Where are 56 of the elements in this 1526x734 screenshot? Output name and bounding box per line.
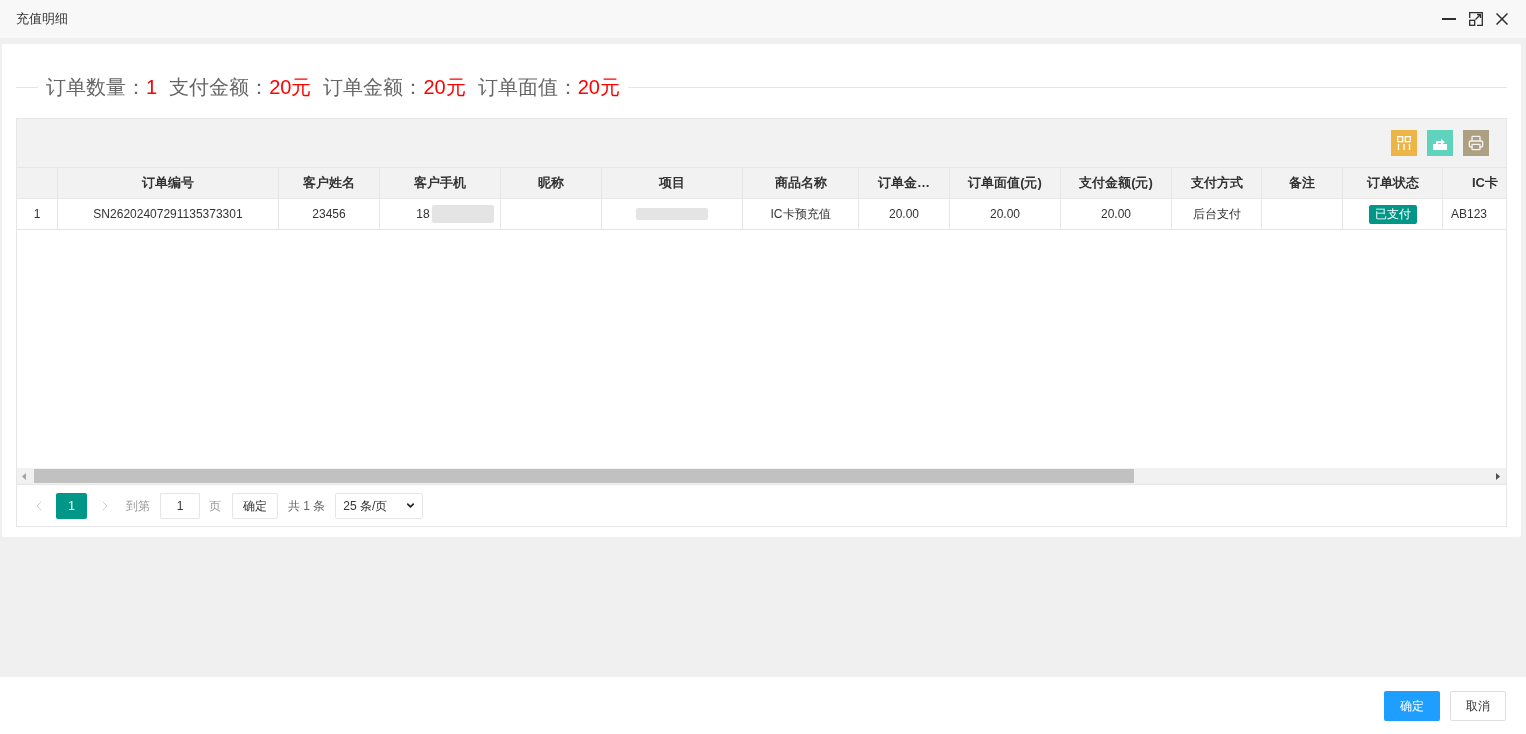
table-cell: 23456 — [279, 199, 380, 229]
chevron-down-icon — [405, 500, 417, 511]
page-button[interactable]: 1 — [56, 492, 87, 519]
column-header: 支付方式 — [1172, 168, 1262, 198]
minimize-icon[interactable] — [1442, 18, 1456, 20]
table-cell: IC卡预充值 — [743, 199, 859, 229]
summary-value: 20元 — [577, 75, 620, 100]
column-header: 订单面值(元) — [950, 168, 1061, 198]
column-header: IC卡 — [1471, 174, 1499, 193]
scroll-right-icon[interactable] — [1496, 472, 1500, 480]
printer-icon — [1468, 135, 1484, 151]
blurred-block — [431, 205, 494, 223]
summary-label: 支付金额： — [169, 75, 270, 100]
table-cell: 20.00 — [950, 199, 1061, 229]
table-cell: SN26202407291135373301 — [58, 199, 279, 229]
column-header: 商品名称 — [743, 168, 859, 198]
go-button[interactable]: 确定 — [232, 492, 278, 519]
status-badge: 已支付 — [1368, 204, 1417, 224]
maximize-icon[interactable] — [1469, 12, 1483, 26]
goto-label: 到第 — [126, 497, 150, 515]
blurred-block — [636, 208, 708, 220]
column-header: 订单金… — [859, 168, 950, 198]
table-cell: 20.00 — [1061, 199, 1172, 229]
column-header: 昵称 — [501, 168, 602, 198]
summary-value: 1 — [146, 75, 158, 100]
table-cell: 20.00 — [859, 199, 950, 229]
grid-columns-icon — [1397, 136, 1411, 150]
column-header: 客户姓名 — [279, 168, 380, 198]
column-header: 订单编号 — [58, 168, 279, 198]
summary-value: 20元 — [423, 75, 466, 100]
column-header: 项目 — [602, 168, 743, 198]
page-size-select[interactable]: 25 条/页 — [335, 492, 424, 519]
column-header: 备注 — [1262, 168, 1343, 198]
close-icon[interactable] — [1496, 13, 1508, 25]
table-cell-text: AB123 — [1450, 206, 1489, 223]
scroll-left-icon[interactable] — [22, 472, 26, 480]
column-header: 订单状态 — [1343, 168, 1443, 198]
table-cell: 后台支付 — [1172, 199, 1262, 229]
column-header: 支付金额(元) — [1061, 168, 1172, 198]
column-header: 客户手机 — [380, 168, 501, 198]
row-number: 1 — [17, 199, 58, 229]
summary-label: 订单数量： — [46, 75, 146, 100]
cell-text: 18 — [416, 206, 430, 223]
summary-value: 20元 — [269, 75, 312, 100]
export-button[interactable] — [1427, 130, 1453, 156]
total-count: 共 1 条 — [288, 497, 326, 515]
summary-label: 订单金额： — [323, 75, 424, 100]
summary-label: 订单面值： — [477, 75, 578, 100]
cancel-button[interactable]: 取消 — [1450, 690, 1506, 721]
tray-arrow-icon — [1433, 136, 1447, 150]
page-unit-label: 页 — [209, 497, 221, 515]
print-button[interactable] — [1463, 130, 1489, 156]
page-input[interactable]: 1 — [160, 492, 200, 519]
columns-button[interactable] — [1391, 130, 1417, 156]
window-title: 充值明细 — [16, 10, 68, 29]
scrollbar-thumb[interactable] — [34, 469, 1134, 483]
